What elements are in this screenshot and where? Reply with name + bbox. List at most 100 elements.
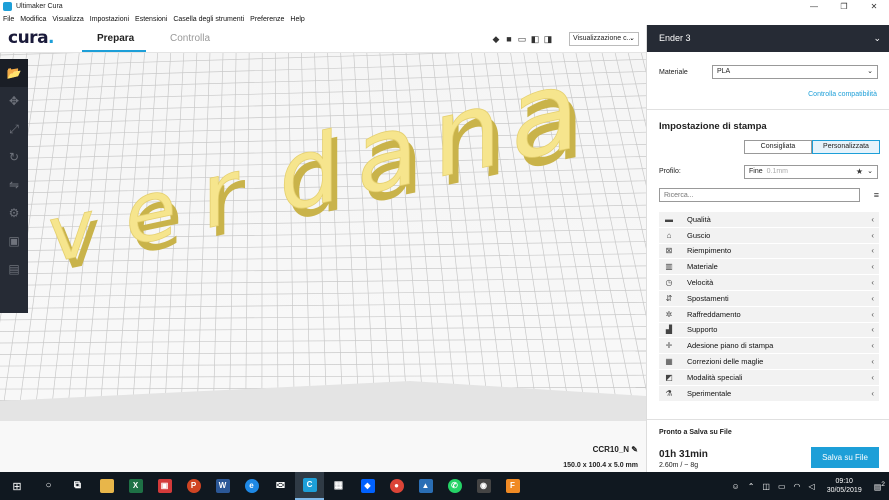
- dropbox-icon[interactable]: ◆: [353, 472, 382, 500]
- close-button[interactable]: ✕: [859, 0, 889, 13]
- people-icon[interactable]: ☺: [732, 482, 740, 491]
- wifi-icon[interactable]: ◠: [794, 482, 801, 491]
- excel-icon[interactable]: X: [121, 472, 150, 500]
- scale-tool-icon[interactable]: ⤢: [0, 115, 28, 143]
- category-cooling[interactable]: ✲ Raffreddamento ‹: [659, 306, 879, 323]
- menu-estensioni[interactable]: Estensioni: [135, 16, 167, 23]
- calendar-icon[interactable]: ▦: [324, 472, 353, 500]
- chevron-left-icon: ‹: [871, 230, 874, 240]
- menu-bar: File Modifica Visualizza Impostazioni Es…: [0, 13, 889, 25]
- chevron-left-icon: ‹: [871, 246, 874, 256]
- save-to-file-button[interactable]: Salva su File: [811, 447, 879, 468]
- chrome-icon[interactable]: ●: [382, 472, 411, 500]
- custom-mode-button[interactable]: Personalizzata: [812, 140, 880, 154]
- chevron-down-icon: ⌄: [867, 168, 873, 175]
- build-plate-viewport[interactable]: vveerrddaannaa 📂 ✥ ⤢ ↻ ⇋ ⚙ ▣ ▤ CCR10_N ✎…: [0, 53, 646, 472]
- letter-face: a: [356, 88, 419, 220]
- edit-pencil-icon[interactable]: ✎: [631, 445, 638, 454]
- tab-controlla[interactable]: Controlla: [170, 33, 210, 44]
- rotate-tool-icon[interactable]: ↻: [0, 143, 28, 171]
- menu-help[interactable]: Help: [290, 16, 304, 23]
- material-icon: ▥: [665, 262, 673, 272]
- open-file-icon[interactable]: 📂: [0, 59, 28, 87]
- model-dimensions: 150.0 x 100.4 x 5.0 mm: [563, 462, 638, 469]
- powerpoint-icon[interactable]: P: [179, 472, 208, 500]
- category-travel[interactable]: ⇵ Spostamenti ‹: [659, 290, 879, 307]
- category-mesh-fixes[interactable]: ▦ Correzioni delle maglie ‹: [659, 354, 879, 370]
- app-header: cura. Prepara Controlla ◆ ■ ▭ ◧ ◨ Visual…: [0, 25, 646, 53]
- windows-start-icon[interactable]: ⊞: [0, 480, 34, 493]
- cura-taskbar-icon[interactable]: C: [295, 472, 324, 500]
- window-title: Ultimaker Cura: [16, 3, 63, 10]
- material-label: Materiale: [659, 69, 688, 76]
- notification-center-icon[interactable]: ▤2: [874, 481, 885, 492]
- edge-icon[interactable]: e: [237, 472, 266, 500]
- category-material[interactable]: ▥ Materiale ‹: [659, 259, 879, 276]
- chevron-down-icon: ⌄: [873, 33, 881, 43]
- letter-face: d: [279, 110, 340, 235]
- task-view-icon[interactable]: ⧉: [63, 472, 92, 500]
- per-model-settings-icon[interactable]: ⚙: [0, 199, 28, 227]
- menu-preferenze[interactable]: Preferenze: [250, 16, 284, 23]
- support-blocker-icon[interactable]: ▣: [0, 227, 28, 255]
- tab-prepara[interactable]: Prepara: [97, 33, 134, 44]
- clock[interactable]: 09:10 30/05/2019: [827, 477, 862, 495]
- category-shell[interactable]: ⌂ Guscio ‹: [659, 227, 879, 244]
- file-explorer-icon[interactable]: [92, 472, 121, 500]
- system-tray: ☺ ⌃ ◫ ▭ ◠ ◁ 09:10 30/05/2019 ▤2: [728, 472, 889, 500]
- settings-category-list: ▬ Qualità ‹ ⌂ Guscio ‹ ⊠ Riempimento ‹ ▥ Materi…: [659, 212, 879, 402]
- word-icon[interactable]: W: [208, 472, 237, 500]
- category-speed[interactable]: ◷ Velocità ‹: [659, 275, 879, 291]
- minimize-button[interactable]: —: [799, 0, 829, 13]
- divider: [647, 419, 889, 420]
- tray-overflow-icon[interactable]: ⌃: [748, 482, 755, 491]
- profile-select[interactable]: Fine 0.1mm ★ ⌄: [744, 165, 878, 179]
- battery-icon[interactable]: ▭: [778, 482, 786, 491]
- menu-impostazioni[interactable]: Impostazioni: [90, 16, 129, 23]
- mesh-fix-icon: ▦: [665, 357, 673, 367]
- whatsapp-icon[interactable]: ✆: [440, 472, 469, 500]
- chevron-left-icon: ‹: [871, 325, 874, 335]
- view-left-icon[interactable]: ◧: [530, 34, 540, 44]
- category-adhesion[interactable]: ✛ Adesione piano di stampa ‹: [659, 338, 879, 355]
- category-support[interactable]: ▟ Supporto ‹: [659, 322, 879, 339]
- menu-casella-strumenti[interactable]: Casella degli strumenti: [173, 16, 244, 23]
- view-front-icon[interactable]: ■: [504, 34, 514, 44]
- category-infill[interactable]: ⊠ Riempimento ‹: [659, 243, 879, 260]
- slicer-app-icon[interactable]: ▲: [411, 472, 440, 500]
- custom-support-icon[interactable]: ▤: [0, 255, 28, 283]
- view-3d-icon[interactable]: ◆: [491, 34, 501, 44]
- maximize-button[interactable]: ❐: [829, 0, 859, 13]
- printer-selector[interactable]: Ender 3 ⌄: [647, 25, 889, 52]
- menu-modifica[interactable]: Modifica: [20, 16, 46, 23]
- volume-icon[interactable]: ◁: [809, 482, 815, 491]
- settings-search-input[interactable]: [659, 188, 860, 202]
- camera-app-icon[interactable]: ◉: [469, 472, 498, 500]
- experimental-icon: ⚗: [665, 388, 673, 398]
- menu-visualizza[interactable]: Visualizza: [52, 16, 83, 23]
- gift-app-icon[interactable]: ▣: [150, 472, 179, 500]
- mirror-tool-icon[interactable]: ⇋: [0, 171, 28, 199]
- settings-menu-icon[interactable]: ≡: [874, 190, 879, 200]
- material-select[interactable]: PLA ⌄: [712, 65, 878, 79]
- network-icon[interactable]: ◫: [762, 482, 770, 491]
- fusion-icon[interactable]: F: [498, 472, 527, 500]
- recommended-mode-button[interactable]: Consigliata: [744, 140, 812, 154]
- view-top-icon[interactable]: ▭: [517, 34, 527, 44]
- letter-face: e: [125, 158, 177, 267]
- category-experimental[interactable]: ⚗ Sperimentale ‹: [659, 385, 879, 402]
- star-icon[interactable]: ★: [856, 166, 863, 178]
- model-info: CCR10_N ✎ 150.0 x 100.4 x 5.0 mm: [563, 445, 638, 469]
- mail-icon[interactable]: ✉: [266, 472, 295, 500]
- chevron-left-icon: ‹: [871, 309, 874, 319]
- compatibility-link[interactable]: Controlla compatibilità: [808, 91, 877, 98]
- view-right-icon[interactable]: ◨: [543, 34, 553, 44]
- view-type-select[interactable]: Visualizzazione c... ⌄: [569, 32, 639, 46]
- search-icon[interactable]: ○: [34, 472, 63, 500]
- category-quality[interactable]: ▬ Qualità ‹: [659, 212, 879, 228]
- category-special-modes[interactable]: ◩ Modalità speciali ‹: [659, 369, 879, 386]
- menu-file[interactable]: File: [3, 16, 14, 23]
- letter-face: a: [510, 53, 580, 189]
- cura-app-icon: [3, 2, 12, 11]
- move-tool-icon[interactable]: ✥: [0, 87, 28, 115]
